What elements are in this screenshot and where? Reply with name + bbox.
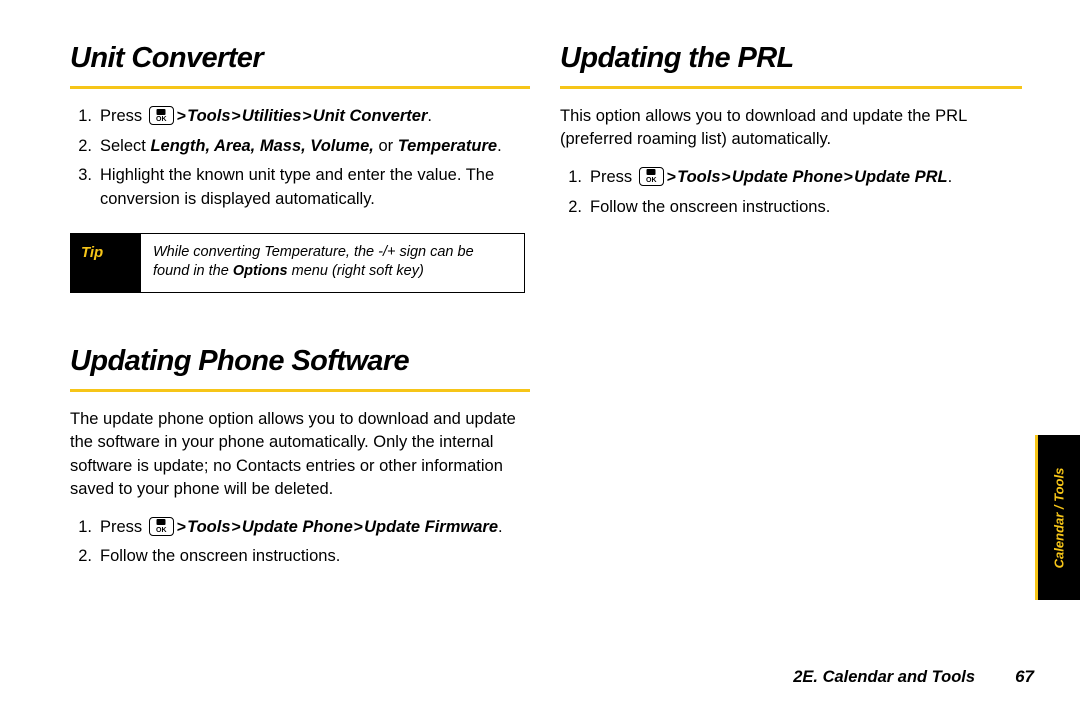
menu-path-tools: Tools: [187, 107, 231, 125]
step-text-post: .: [947, 167, 953, 186]
chevron-separator: >: [231, 518, 241, 536]
tip-line-1: While converting Temperature, the -/+ si…: [153, 243, 474, 260]
step-text: Follow the onscreen instructions.: [590, 197, 831, 216]
page-title-unit-converter: Unit Converter: [70, 42, 264, 74]
tip-box: Tip While converting Temperature, the -/…: [70, 232, 525, 293]
page-title-updating-phone-software: Updating Phone Software: [70, 344, 410, 377]
tip-line-2-c: menu (right soft key): [287, 263, 424, 280]
side-tab-calendar-tools: Calendar / Tools: [1035, 435, 1080, 600]
chevron-separator: >: [721, 168, 731, 186]
step-text-post: .: [498, 517, 503, 536]
menu-path-update-phone: Update Phone: [731, 167, 843, 186]
page-title-updating-the-prl: Updating the PRL: [560, 42, 794, 74]
step-text-pre: Press: [590, 167, 637, 186]
chevron-separator: >: [353, 518, 364, 536]
paragraph-updating-phone-software: The update phone option allows you to do…: [70, 409, 516, 499]
steps-updating-the-prl: 1. Press OK >Tools>Update Phone>Update PRL…: [560, 166, 1022, 219]
step-number: 2.: [78, 547, 92, 566]
step-text-pre: Press: [100, 517, 147, 536]
step-text: Follow the onscreen instructions.: [100, 547, 341, 566]
chevron-separator: >: [302, 108, 312, 125]
steps-updating-phone-software: 1. Press OK >Tools>Update Phone>Update Fir…: [70, 516, 530, 569]
tip-line-2: found in the Options menu (right soft ke…: [153, 262, 514, 281]
step-text-mid: or: [373, 136, 398, 155]
chevron-separator: >: [666, 168, 677, 186]
paragraph-updating-the-prl: This option allows you to download and u…: [560, 107, 967, 149]
ok-key-icon: OK: [148, 106, 174, 125]
step-text-pre: Select: [100, 136, 151, 155]
ok-key-label: OK: [646, 176, 657, 184]
side-tab-label: Calendar / Tools: [1051, 467, 1067, 568]
ok-key-glyph: [156, 519, 166, 526]
list-item: 2. Follow the onscreen instructions.: [560, 196, 1022, 219]
unit-type-options: Length, Area, Mass, Volume,: [150, 136, 374, 155]
menu-path-unit-converter: Unit Converter: [312, 107, 428, 125]
chevron-separator: >: [176, 518, 187, 536]
ok-key-label: OK: [156, 526, 167, 534]
ok-key-glyph: [156, 108, 166, 115]
page-footer: 2E. Calendar and Tools 67: [793, 667, 1034, 687]
menu-path-tools: Tools: [677, 167, 721, 186]
step-number: 3.: [78, 166, 92, 185]
list-item: 2. Follow the onscreen instructions.: [70, 545, 530, 568]
ok-key-icon: OK: [638, 166, 664, 186]
menu-path-update-prl: Update PRL: [854, 167, 948, 186]
list-item: 1. Press OK >Tools>Update Phone>Update Fir…: [70, 516, 530, 540]
menu-path-utilities: Utilities: [241, 107, 302, 125]
footer-chapter: 2E. Calendar and Tools: [793, 668, 976, 686]
list-item: 2. Select Length, Area, Mass, Volume, or …: [70, 135, 530, 158]
step-number: 2.: [78, 136, 92, 155]
footer-page-number: 67: [1015, 667, 1034, 686]
right-column: Updating the PRL This option allows you …: [560, 42, 1022, 225]
step-text: Highlight the known unit type and enter …: [100, 166, 495, 208]
unit-type-temperature: Temperature: [397, 136, 498, 155]
step-text-post: .: [427, 107, 432, 125]
tip-options-keyword: Options: [232, 263, 288, 280]
title-rule: [560, 86, 1022, 89]
step-number: 1.: [78, 107, 92, 125]
list-item: 1. Press OK >Tools>Utilities>Unit Converte…: [70, 105, 530, 129]
ok-key-label: OK: [156, 116, 167, 123]
tip-line-2-a: found in the: [153, 263, 233, 280]
step-number: 1.: [568, 167, 582, 186]
ok-key-icon: OK: [148, 516, 174, 536]
step-text-pre: Press: [100, 107, 147, 125]
chevron-separator: >: [231, 108, 241, 125]
step-number: 2.: [568, 197, 582, 216]
section-updating-phone-software: Updating Phone Software The update phone…: [70, 345, 530, 569]
tip-label: Tip: [71, 233, 141, 292]
menu-path-update-phone: Update Phone: [241, 517, 353, 536]
chevron-separator: >: [176, 108, 187, 125]
ok-key-glyph: [646, 169, 656, 176]
list-item: 1. Press OK >Tools>Update Phone>Update PRL…: [560, 166, 1022, 190]
tip-body: While converting Temperature, the -/+ si…: [141, 234, 524, 292]
step-text-post: .: [497, 136, 502, 155]
list-item: 3. Highlight the known unit type and ente…: [70, 164, 530, 211]
step-number: 1.: [78, 517, 92, 536]
menu-path-update-firmware: Update Firmware: [364, 517, 498, 536]
steps-unit-converter: 1. Press OK >Tools>Utilities>Unit Converte…: [70, 105, 530, 211]
document-page: Unit Converter 1. Press OK >Tools>Utilitie…: [0, 0, 1080, 720]
title-rule: [70, 86, 530, 89]
title-rule: [70, 388, 530, 392]
menu-path-tools: Tools: [187, 517, 231, 536]
left-column: Unit Converter 1. Press OK >Tools>Utilitie…: [70, 42, 530, 575]
chevron-separator: >: [843, 168, 854, 186]
